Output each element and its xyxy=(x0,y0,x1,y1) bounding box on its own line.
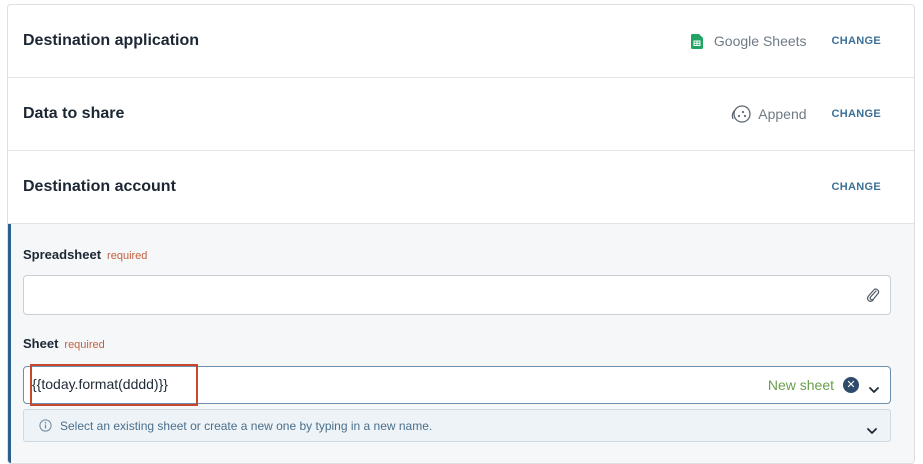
new-sheet-badge: New sheet xyxy=(767,377,834,393)
change-data-button[interactable]: CHANGE xyxy=(832,108,881,120)
spreadsheet-input[interactable] xyxy=(23,275,891,315)
sheet-label: Sheet required xyxy=(23,336,105,351)
data-to-share-row: Data to share Append CHANGE xyxy=(8,78,914,151)
data-to-share-summary: Append CHANGE xyxy=(730,103,881,125)
change-application-button[interactable]: CHANGE xyxy=(832,35,881,47)
destination-account-summary: CHANGE xyxy=(832,181,881,193)
sheet-hint-text: Select an existing sheet or create a new… xyxy=(60,419,433,433)
app-name: Google Sheets xyxy=(713,33,807,49)
sheet-config-section: Spreadsheet required Sheet required {{toda… xyxy=(8,224,914,463)
append-icon xyxy=(730,103,752,125)
sheet-required-tag: required xyxy=(64,339,105,351)
spreadsheet-label-text: Spreadsheet xyxy=(23,247,102,262)
paperclip-icon[interactable] xyxy=(866,287,880,303)
data-to-share-title: Data to share xyxy=(23,105,125,122)
sheet-value: {{today.format(dddd)}} xyxy=(32,376,168,392)
sheet-hint-dropdown[interactable]: Select an existing sheet or create a new… xyxy=(23,409,891,442)
sheet-input[interactable]: {{today.format(dddd)}} New sheet ✕ xyxy=(23,366,891,404)
spreadsheet-required-tag: required xyxy=(107,250,148,262)
google-sheets-icon xyxy=(690,33,703,49)
text-cursor xyxy=(30,375,31,393)
clear-icon[interactable]: ✕ xyxy=(843,377,859,393)
integration-panel: Destination application Google Sheets CH… xyxy=(7,4,915,464)
destination-account-row: Destination account CHANGE xyxy=(8,151,914,224)
share-mode: Append xyxy=(758,106,807,122)
change-account-button[interactable]: CHANGE xyxy=(832,181,881,193)
destination-account-title: Destination account xyxy=(23,178,176,195)
spreadsheet-label: Spreadsheet required xyxy=(23,247,147,262)
hint-chevron-down-icon[interactable] xyxy=(866,422,878,434)
info-icon xyxy=(39,419,52,432)
destination-application-summary: Google Sheets CHANGE xyxy=(690,33,881,49)
destination-application-row: Destination application Google Sheets CH… xyxy=(8,5,914,78)
sheet-label-text: Sheet xyxy=(23,336,59,351)
destination-application-title: Destination application xyxy=(23,32,200,49)
chevron-down-icon[interactable] xyxy=(868,381,880,393)
